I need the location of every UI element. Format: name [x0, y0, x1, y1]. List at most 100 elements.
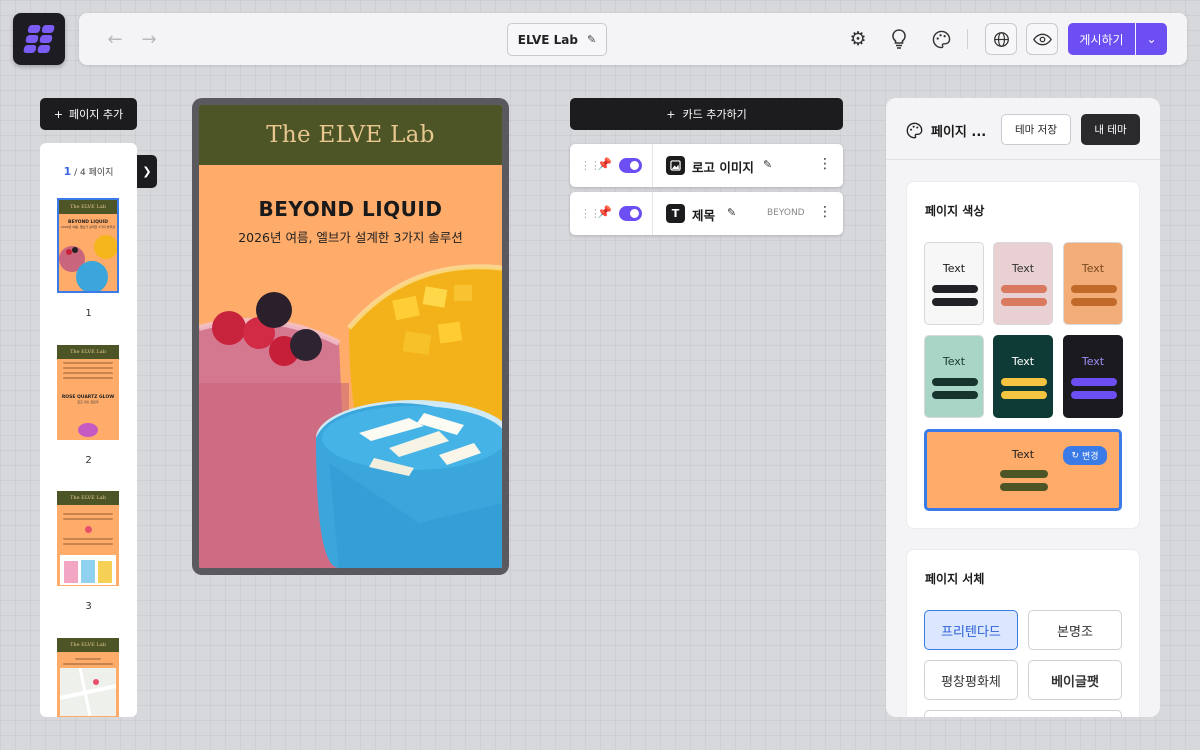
card-label: 로고 이미지	[692, 160, 754, 175]
color-swatch-6[interactable]: Text	[1063, 335, 1123, 418]
swatch-bar	[1071, 285, 1117, 293]
thumb-text-line	[63, 367, 113, 369]
card-preview-text: BEYOND	[767, 208, 805, 218]
refresh-icon: ↻	[1071, 450, 1079, 461]
thumb-text-line	[63, 538, 113, 540]
more-icon[interactable]: ⋮	[818, 204, 832, 220]
selected-color-swatch[interactable]: Text ↻ 변경	[924, 429, 1122, 511]
collapse-panel-button[interactable]: ❯	[137, 155, 157, 188]
swatch-text: Text	[1081, 355, 1105, 368]
text-icon: T	[666, 204, 685, 223]
theme-panel-title: 페이지 ...	[906, 121, 986, 140]
card-item-title[interactable]: ⋮⋮ 📌 T 제목 ✎ BEYOND ⋮	[570, 192, 843, 235]
edit-icon[interactable]: ✎	[763, 158, 772, 171]
font-option-pretendard[interactable]: 프리텐다드	[924, 610, 1018, 650]
plus-icon: +	[666, 107, 676, 121]
font-option-pyeongchang[interactable]: 평창평화체	[924, 660, 1018, 700]
document-title[interactable]: ELVE Lab ✎	[507, 23, 607, 56]
divider	[886, 159, 1160, 160]
swatch-text: Text	[1011, 262, 1035, 275]
add-card-button[interactable]: + 카드 추가하기	[570, 98, 843, 130]
current-page: 1	[63, 165, 72, 178]
change-color-button[interactable]: ↻ 변경	[1063, 446, 1107, 465]
thumb-subtitle: 2026년 여름, 엘브가 설계한 3가지 솔루션	[61, 225, 115, 229]
undo-icon[interactable]: ←	[103, 27, 127, 51]
document-title-label: ELVE Lab	[517, 32, 578, 47]
card-visibility-toggle[interactable]	[619, 158, 642, 173]
redo-icon[interactable]: →	[137, 27, 161, 51]
change-label: 변경	[1081, 452, 1099, 462]
divider	[652, 144, 653, 187]
thumb-brand: The ELVE Lab	[57, 491, 119, 505]
image-icon	[666, 156, 685, 175]
page-colors-section: 페이지 색상 Text Text Text Text Text Text Tex…	[906, 181, 1140, 529]
swatch-bar	[1071, 378, 1117, 386]
font-option-more[interactable]	[924, 710, 1122, 717]
thumb-map-image	[60, 668, 116, 716]
font-option-bonmyeongjo[interactable]: 본명조	[1028, 610, 1122, 650]
page-thumbnail-3[interactable]: The ELVE Lab	[57, 491, 119, 586]
publish-dropdown-button[interactable]: ⌄	[1136, 23, 1167, 55]
thumb-dot	[84, 526, 92, 533]
thumb-number: 3	[85, 601, 92, 612]
add-page-button[interactable]: + 페이지 추가	[40, 98, 137, 130]
preview-screen: The ELVE Lab BEYOND LIQUID 2026년 여름, 엘브가…	[199, 105, 502, 568]
card-item-logo-image[interactable]: ⋮⋮ 📌 로고 이미지 ✎ ⋮	[570, 144, 843, 187]
eye-icon[interactable]	[1026, 23, 1058, 55]
chevron-right-icon: ❯	[142, 165, 152, 178]
page-colors-title: 페이지 색상	[925, 204, 985, 218]
smoothie-image[interactable]	[199, 263, 502, 568]
color-swatch-3[interactable]: Text	[1063, 242, 1123, 325]
pin-icon[interactable]: 📌	[597, 205, 612, 219]
thumb-text-line	[63, 377, 113, 379]
pin-icon[interactable]: 📌	[597, 157, 612, 171]
thumb-text-line	[63, 513, 113, 515]
lightbulb-icon[interactable]	[885, 25, 913, 53]
thumb-text-line	[63, 518, 113, 520]
divider	[652, 192, 653, 235]
swatch-bar	[1001, 378, 1047, 386]
edit-icon[interactable]: ✎	[727, 206, 736, 219]
publish-button[interactable]: 게시하기	[1068, 23, 1135, 55]
swatch-bar	[1000, 483, 1048, 491]
page-counter: 1 / 4 페이지	[40, 165, 137, 178]
theme-panel: 페이지 ... 테마 저장 내 테마 페이지 색상 Text Text Text…	[886, 98, 1160, 717]
save-theme-button[interactable]: 테마 저장	[1001, 114, 1071, 145]
thumb-subtitle: 로즈 쿼츠 글로우	[77, 400, 99, 404]
logo-icon	[23, 25, 55, 53]
swatch-text: Text	[942, 262, 966, 275]
color-swatch-2[interactable]: Text	[993, 242, 1053, 325]
swatch-text: Text	[1011, 355, 1035, 368]
page-thumbnail-1[interactable]: The ELVE Lab BEYOND LIQUID 2026년 여름, 엘브가…	[57, 198, 119, 293]
swatch-bar	[1001, 285, 1047, 293]
top-toolbar: ← → ELVE Lab ✎ ⚙ 게시하기 ⌄	[79, 13, 1187, 65]
plus-icon: +	[53, 107, 64, 121]
color-swatch-4[interactable]: Text	[924, 335, 984, 418]
color-swatch-5[interactable]: Text	[993, 335, 1053, 418]
settings-icon[interactable]: ⚙	[844, 25, 872, 53]
theme-title-label: 페이지 ...	[931, 125, 987, 140]
my-theme-button[interactable]: 내 테마	[1081, 114, 1140, 145]
page-thumbnail-4[interactable]: The ELVE Lab	[57, 638, 119, 717]
thumb-brand: The ELVE Lab	[57, 345, 119, 359]
edit-title-icon: ✎	[586, 33, 597, 46]
palette-icon[interactable]	[927, 25, 955, 53]
preview-subtitle[interactable]: 2026년 여름, 엘브가 설계한 3가지 솔루션	[199, 227, 502, 246]
toolbar-divider	[967, 29, 968, 49]
preview-brand-header[interactable]: The ELVE Lab	[199, 105, 502, 165]
page-list-panel: 1 / 4 페이지 The ELVE Lab BEYOND LIQUID 202…	[40, 143, 137, 717]
more-icon[interactable]: ⋮	[818, 156, 832, 172]
thumb-image	[59, 235, 117, 291]
globe-icon[interactable]	[985, 23, 1017, 55]
font-option-bagelfat[interactable]: 베이글팻	[1028, 660, 1122, 700]
chevron-down-icon: ⌄	[1146, 32, 1157, 46]
thumb-text-line	[63, 362, 113, 364]
card-label: 제목	[692, 208, 716, 223]
preview-title[interactable]: BEYOND LIQUID	[199, 197, 502, 221]
app-logo[interactable]	[13, 13, 65, 65]
thumb-text-line	[75, 658, 101, 660]
swatch-bar	[1001, 298, 1047, 306]
page-thumbnail-2[interactable]: The ELVE Lab ROSE QUARTZ GLOW 로즈 쿼츠 글로우	[57, 345, 119, 440]
color-swatch-1[interactable]: Text	[924, 242, 984, 325]
card-visibility-toggle[interactable]	[619, 206, 642, 221]
